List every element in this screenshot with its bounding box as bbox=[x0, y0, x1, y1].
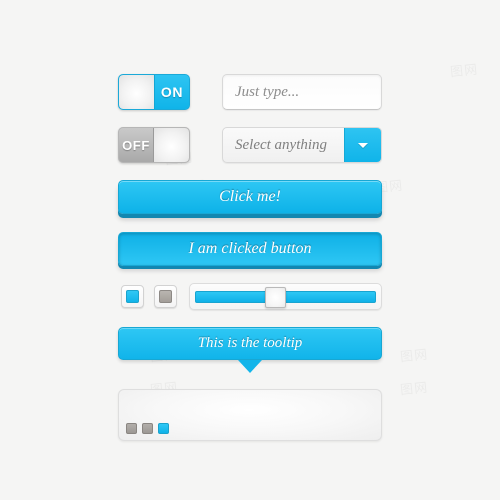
select-value: Select anything bbox=[235, 136, 328, 153]
watermark: 图网 bbox=[449, 59, 479, 81]
tooltip: This is the tooltip bbox=[118, 327, 382, 373]
checkbox-blue[interactable] bbox=[121, 285, 144, 308]
select-dropdown-button[interactable] bbox=[344, 128, 381, 162]
ui-kit-stage: 图网 图网 图网 图网 图网 图网 图网 图网 ON OFF Select an… bbox=[0, 0, 500, 500]
watermark: 图网 bbox=[399, 377, 429, 399]
toggle-on-label: ON bbox=[155, 75, 189, 109]
text-input[interactable] bbox=[222, 74, 382, 110]
pager[interactable] bbox=[126, 423, 169, 434]
checkbox-check-icon bbox=[126, 290, 139, 303]
pager-dot-3[interactable] bbox=[158, 423, 169, 434]
toggle-knob[interactable] bbox=[153, 128, 189, 162]
watermark: 图网 bbox=[399, 344, 429, 366]
slider-handle[interactable] bbox=[264, 287, 286, 308]
toggle-switch-off[interactable]: OFF bbox=[118, 127, 190, 163]
tooltip-arrow-icon bbox=[238, 360, 262, 373]
checkbox-check-icon bbox=[159, 290, 172, 303]
tooltip-label: This is the tooltip bbox=[197, 335, 303, 351]
checkbox-gray[interactable] bbox=[154, 285, 177, 308]
pager-dot-2[interactable] bbox=[142, 423, 153, 434]
click-me-button[interactable]: Click me! bbox=[118, 180, 382, 214]
clicked-button[interactable]: I am clicked button bbox=[118, 232, 382, 266]
click-me-button-label: Click me! bbox=[219, 188, 281, 205]
content-panel bbox=[118, 389, 382, 441]
select-dropdown[interactable]: Select anything bbox=[222, 127, 382, 163]
clicked-button-label: I am clicked button bbox=[188, 240, 312, 257]
toggle-knob[interactable] bbox=[119, 75, 155, 109]
pager-dot-1[interactable] bbox=[126, 423, 137, 434]
slider[interactable] bbox=[189, 283, 382, 310]
toggle-off-label: OFF bbox=[119, 128, 153, 162]
toggle-switch-on[interactable]: ON bbox=[118, 74, 190, 110]
chevron-down-icon bbox=[358, 142, 368, 148]
